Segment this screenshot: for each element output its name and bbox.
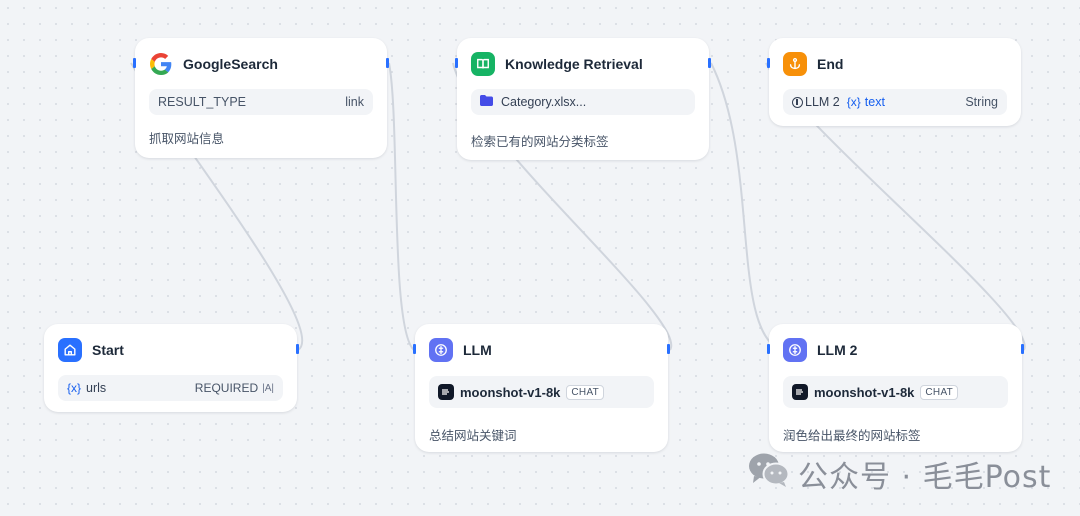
brain-icon [429,338,453,362]
start-var-required: REQUIRED [194,381,259,395]
llm2-input-handle[interactable] [767,344,770,354]
googlesearch-title: GoogleSearch [183,56,278,72]
end-var-type: String [965,95,998,109]
end-var-name: text [864,95,885,109]
watermark: 公众号 · 毛毛Post [748,452,1051,496]
llm2-model-name: moonshot-v1-8k [814,384,915,400]
llm-title: LLM [463,342,492,358]
llm-model-name: moonshot-v1-8k [460,384,561,400]
dataset-field[interactable]: Category.xlsx... [471,89,695,115]
knowledge-description: 检索已有的网站分类标签 [471,135,609,149]
result-type-value: link [345,95,364,109]
llm-source-icon [792,96,803,108]
knowledge-title: Knowledge Retrieval [505,56,643,72]
result-type-key: RESULT_TYPE [158,95,246,109]
anchor-icon [783,52,807,76]
knowledge-output-handle[interactable] [708,58,711,68]
google-logo-icon [149,52,173,76]
googlesearch-description: 抓取网站信息 [149,132,225,146]
llm2-output-handle[interactable] [1021,344,1024,354]
wechat-icon [748,452,790,496]
end-node[interactable]: End LLM 2 {x} text String [767,38,1021,126]
start-variable-urls: {x} urls REQUIRED |A| [58,375,283,401]
llm2-node[interactable]: LLM 2 moonshot-v1-8k CHAT 润色给出最终的网站标签 [767,324,1024,452]
googlesearch-input-handle[interactable] [133,58,136,68]
llm-description: 总结网站关键词 [429,429,517,443]
book-icon [471,52,495,76]
end-output-variable: LLM 2 {x} text String [783,89,1007,115]
llm2-description: 润色给出最终的网站标签 [783,429,921,443]
folder-icon [480,95,493,109]
googlesearch-node[interactable]: GoogleSearch RESULT_TYPE link 抓取网站信息 [133,38,389,158]
llm-model-selector[interactable]: moonshot-v1-8k CHAT [429,376,654,408]
googlesearch-output-handle[interactable] [386,58,389,68]
llm2-model-selector[interactable]: moonshot-v1-8k CHAT [783,376,1008,408]
start-output-handle[interactable] [296,344,299,354]
knowledge-input-handle[interactable] [455,58,458,68]
end-var-source: LLM 2 [805,95,840,109]
llm2-mode-badge: CHAT [920,384,959,400]
llm-node[interactable]: LLM moonshot-v1-8k CHAT 总结网站关键词 [413,324,670,452]
variable-icon: {x} [67,381,82,395]
moonshot-logo-icon [438,384,454,400]
result-type-field: RESULT_TYPE link [149,89,373,115]
home-icon [58,338,82,362]
start-title: Start [92,342,124,358]
llm-mode-badge: CHAT [566,384,605,400]
brain-icon [783,338,807,362]
llm2-title: LLM 2 [817,342,858,358]
start-var-name: urls [86,381,107,395]
moonshot-logo-icon [792,384,808,400]
text-input-type-icon: |A| [262,382,274,394]
watermark-text: 公众号 · 毛毛Post [798,460,1052,495]
end-input-handle[interactable] [767,58,770,68]
variable-icon: {x} [846,95,861,109]
start-node[interactable]: Start {x} urls REQUIRED |A| [44,324,299,412]
dataset-name: Category.xlsx... [501,95,587,109]
end-title: End [817,56,844,72]
llm-input-handle[interactable] [413,344,416,354]
edge-googlesearch-to-llm [388,62,415,351]
llm-output-handle[interactable] [667,344,670,354]
knowledge-retrieval-node[interactable]: Knowledge Retrieval Category.xlsx... 检索已… [455,38,711,160]
